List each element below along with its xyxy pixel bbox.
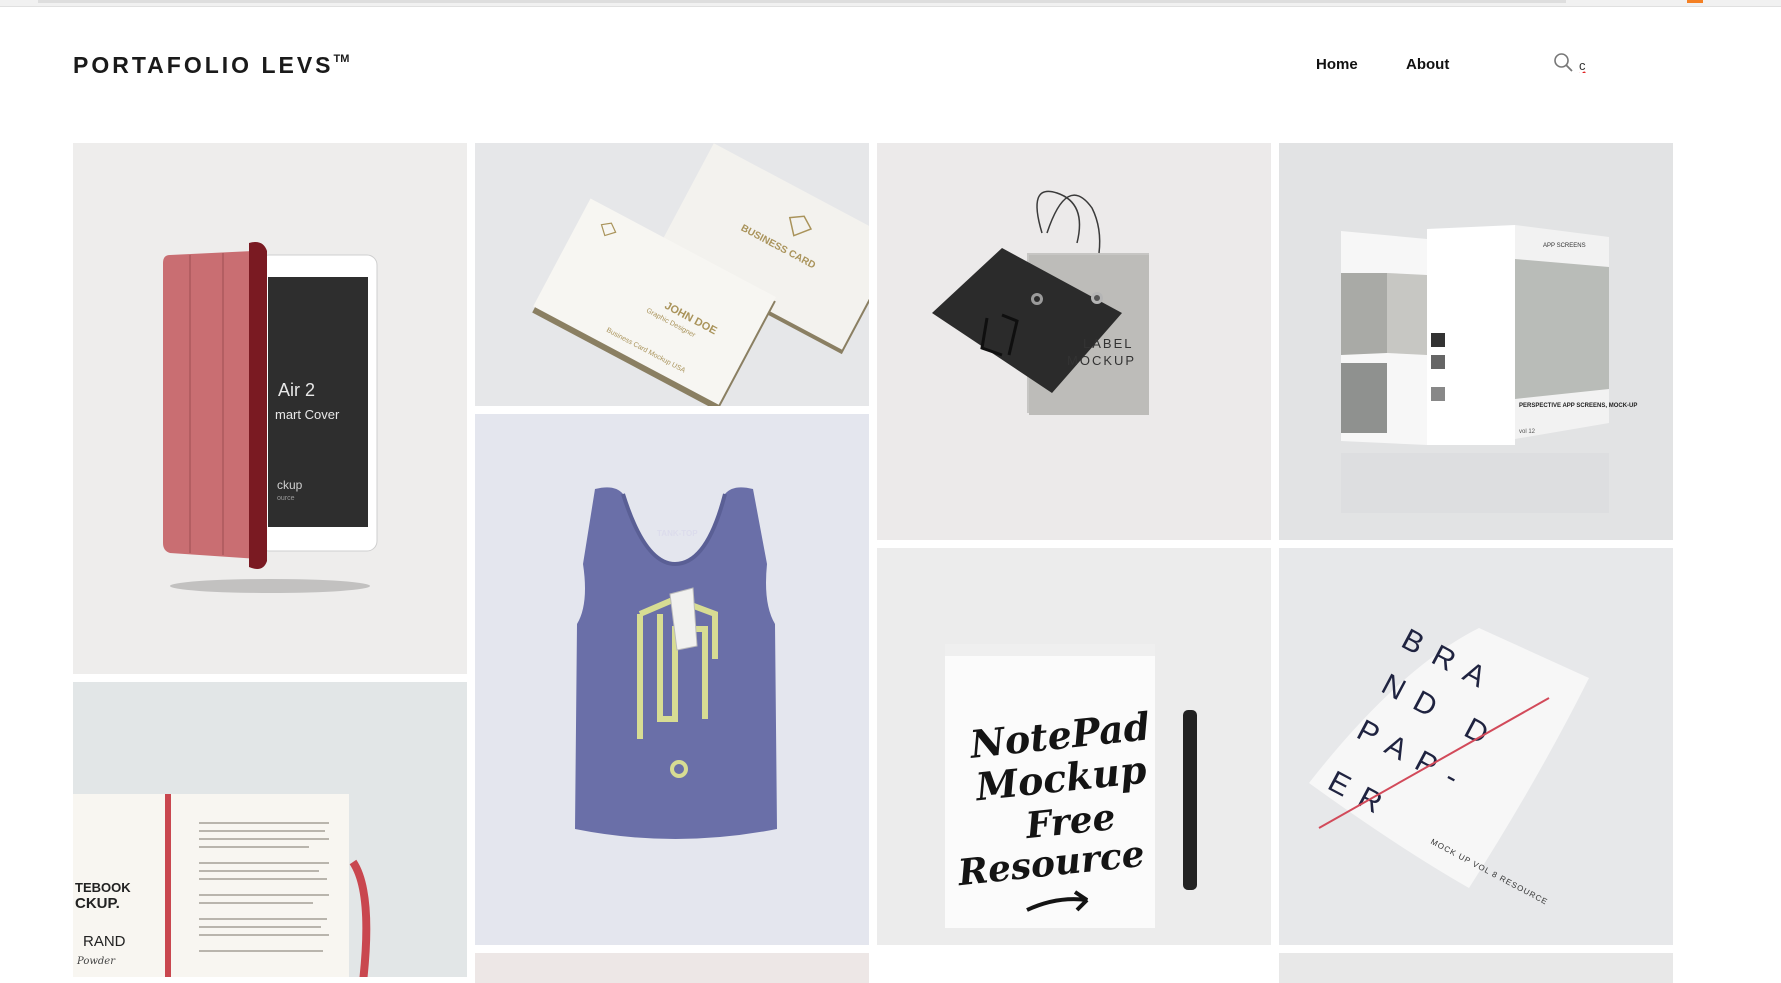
portfolio-item-ipad-mockup[interactable]: Air 2 mart Cover ckup ource	[73, 143, 467, 674]
notebook-text-4: Powder	[76, 956, 116, 967]
portfolio-item-notepad[interactable]: NotePad Mockup Free Resource	[877, 548, 1271, 945]
label-text-2: MOCKUP	[1067, 353, 1136, 368]
tank-top-image: TANK-TOP	[575, 487, 777, 839]
tank-tag: TANK-TOP	[657, 529, 698, 538]
app-sub: vol 12	[1519, 429, 1536, 435]
notebook-text-2: CKUP.	[75, 895, 120, 912]
notebook-text-3: RAND	[83, 933, 126, 950]
search-icon[interactable]	[1553, 52, 1575, 74]
ipad-text-1: Air 2	[278, 380, 315, 400]
nav-about-link[interactable]: About	[1406, 56, 1449, 73]
notebook-image: TEBOOK CKUP. RAND Powder	[73, 794, 371, 977]
browser-top-strip	[0, 0, 1781, 7]
brand-name: PORTAFOLIO LEVS	[73, 52, 334, 78]
search-box[interactable]	[1553, 52, 1603, 78]
brand-paper-image: BRA ND D PAP- ER MOCK UP VOL 8 RESOURCE	[1309, 623, 1589, 907]
label-text-1: LABEL	[1083, 336, 1133, 351]
portfolio-item-partial-1[interactable]	[475, 953, 869, 983]
site-logo[interactable]: PORTAFOLIO LEVSTM	[73, 52, 349, 79]
label-mockup-image: LABEL MOCKUP	[932, 190, 1149, 415]
portfolio-item-notebook[interactable]: TEBOOK CKUP. RAND Powder	[73, 682, 467, 977]
app-screens-image: APP SCREENS PERSPECTIVE APP SCREENS, MOC…	[1341, 225, 1637, 513]
trademark: TM	[333, 53, 350, 66]
accent-marker	[1687, 0, 1703, 3]
business-card-image: BUSINESS CARD JOHN DOE Graphic Designer …	[532, 143, 869, 406]
portfolio-item-app-screens[interactable]: APP SCREENS PERSPECTIVE APP SCREENS, MOC…	[1279, 143, 1673, 540]
portfolio-item-partial-2[interactable]	[1279, 953, 1673, 983]
nav-home-link[interactable]: Home	[1316, 56, 1358, 73]
ipad-text-3: ckup	[277, 478, 303, 492]
app-caption: PERSPECTIVE APP SCREENS, MOCK-UP	[1519, 403, 1637, 409]
scroll-indicator	[38, 0, 1566, 3]
portfolio-item-tank-top[interactable]: TANK-TOP	[475, 414, 869, 945]
portfolio-item-label-mockup[interactable]: LABEL MOCKUP	[877, 143, 1271, 540]
portfolio-item-business-card[interactable]: BUSINESS CARD JOHN DOE Graphic Designer …	[475, 143, 869, 406]
notepad-image: NotePad Mockup Free Resource	[945, 644, 1197, 928]
portfolio-item-brand-paper[interactable]: BRA ND D PAP- ER MOCK UP VOL 8 RESOURCE	[1279, 548, 1673, 945]
ipad-text-2: mart Cover	[275, 407, 340, 422]
app-screen-title: APP SCREENS	[1543, 243, 1586, 249]
ipad-mockup-image: Air 2 mart Cover ckup ource	[163, 242, 378, 593]
ipad-text-4: ource	[277, 495, 295, 502]
search-input[interactable]	[1579, 56, 1603, 74]
notebook-text-1: TEBOOK	[75, 880, 131, 895]
